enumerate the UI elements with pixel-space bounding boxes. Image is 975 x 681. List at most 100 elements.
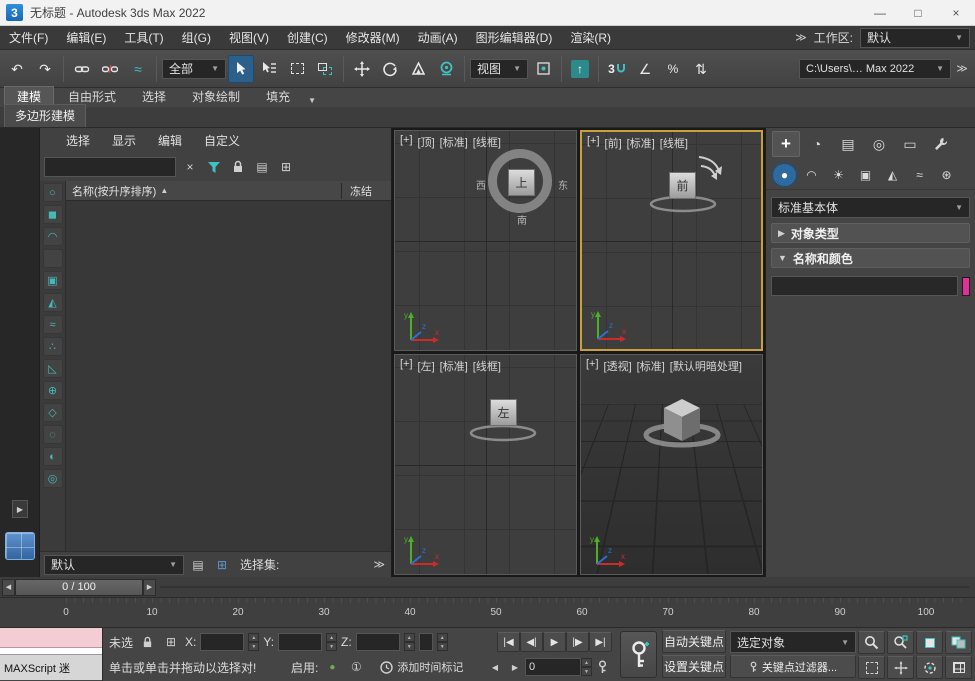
key-filters-button[interactable]: 关键点过滤器... — [730, 655, 856, 678]
frame-spinner[interactable]: ▲▼ — [581, 658, 592, 676]
menu-graph-editors[interactable]: 图形编辑器(D) — [467, 29, 562, 46]
angle-snap-toggle-button[interactable]: ∠ — [632, 55, 658, 83]
viewport-menu-button[interactable]: [+] — [400, 358, 413, 374]
explorer-menu-select[interactable]: 选择 — [56, 132, 100, 149]
viewport-menu-button[interactable]: [+] — [587, 135, 600, 151]
track-bar[interactable]: 0 10 20 30 40 50 60 70 80 90 100 — [0, 598, 975, 628]
clear-search-button[interactable]: × — [180, 157, 200, 177]
window-crossing-toggle-button[interactable] — [312, 55, 338, 83]
time-slider-track[interactable] — [160, 586, 969, 588]
viewport-style-button[interactable]: [标准] — [440, 134, 468, 150]
auto-key-button[interactable]: 自动关键点 — [662, 630, 726, 653]
viewcube[interactable]: 上 西 东 南 — [484, 145, 560, 221]
viewport-menu-button[interactable]: [+] — [400, 134, 413, 150]
minimize-button[interactable]: — — [861, 0, 899, 26]
set-key-small-button[interactable] — [592, 657, 612, 677]
menu-group[interactable]: 组(G) — [173, 29, 220, 46]
systems-category-button[interactable]: ⊛ — [934, 163, 959, 187]
zoom-button[interactable] — [858, 631, 885, 654]
redo-button[interactable]: ↷ — [32, 55, 58, 83]
close-button[interactable]: × — [937, 0, 975, 26]
select-and-move-button[interactable] — [349, 55, 375, 83]
set-keys-button[interactable] — [620, 631, 657, 678]
menu-create[interactable]: 创建(C) — [278, 29, 337, 46]
compass-east[interactable]: 东 — [558, 177, 568, 192]
viewcube-face[interactable]: 上 — [508, 169, 535, 196]
viewport-top[interactable]: [+] [顶] [标准] [线框] 上 西 东 南 y x z — [394, 130, 577, 351]
viewport-style-button[interactable]: [标准] — [637, 358, 665, 374]
z-coordinate-input[interactable] — [356, 633, 400, 651]
selection-filter-dropdown[interactable]: 全部 ▼ — [162, 59, 226, 79]
pan-view-button[interactable] — [887, 656, 914, 679]
modify-tab[interactable]: ◔ — [803, 131, 831, 157]
explorer-hierarchy-mode-button[interactable]: ▤ — [252, 157, 272, 177]
layers-button[interactable]: ▤ — [188, 555, 208, 575]
info-indicator-button[interactable]: ① — [346, 657, 366, 677]
orbit-button[interactable] — [916, 656, 943, 679]
hierarchy-tab[interactable]: ▤ — [834, 131, 862, 157]
ribbon-panel-polygon-modeling[interactable]: 多边形建模 — [4, 104, 86, 127]
toolbar-overflow-button[interactable]: ≫ — [953, 55, 971, 83]
panel-expand-arrow-button[interactable]: ▶ — [12, 500, 28, 518]
rectangular-selection-region-button[interactable] — [284, 55, 310, 83]
bind-to-space-warp-button[interactable]: ≈ — [125, 55, 151, 83]
menu-rendering[interactable]: 渲染(R) — [561, 29, 620, 46]
menu-tools[interactable]: 工具(T) — [115, 29, 172, 46]
maximize-viewport-toggle-button[interactable] — [945, 656, 972, 679]
viewport-name-button[interactable]: [左] — [418, 358, 435, 374]
viewport-name-button[interactable]: [透视] — [604, 358, 632, 374]
select-and-link-button[interactable] — [69, 55, 95, 83]
viewport-layout-tabs-button[interactable] — [5, 532, 35, 560]
geometry-category-button[interactable]: ● — [772, 163, 797, 187]
search-filter-button[interactable] — [204, 157, 224, 177]
compass-west[interactable]: 西 — [476, 177, 486, 192]
spacewarps-category-button[interactable]: ≈ — [907, 163, 932, 187]
object-color-swatch[interactable] — [962, 277, 970, 296]
explorer-layer-mode-button[interactable]: ⊞ — [276, 157, 296, 177]
zoom-all-button[interactable] — [887, 631, 914, 654]
unlink-selection-button[interactable] — [97, 55, 123, 83]
ribbon-tab-object-paint[interactable]: 对象绘制 — [180, 87, 252, 107]
create-tab[interactable]: + — [772, 131, 800, 157]
grid-spacing-input[interactable] — [419, 633, 433, 651]
lock-explorer-button[interactable] — [228, 157, 248, 177]
percent-snap-toggle-button[interactable]: % — [660, 55, 686, 83]
viewport-style-button[interactable]: [标准] — [627, 135, 655, 151]
explorer-menu-edit[interactable]: 编辑 — [148, 132, 192, 149]
viewport-name-button[interactable]: [前] — [605, 135, 622, 151]
display-containers-button[interactable]: ◎ — [43, 469, 63, 488]
select-and-scale-button[interactable] — [405, 55, 431, 83]
object-type-rollout[interactable]: ▶ 对象类型 — [771, 223, 970, 243]
project-folder-dropdown[interactable]: C:\Users\… Max 2022 ▼ — [799, 59, 951, 79]
ribbon-tab-populate[interactable]: 填充 — [254, 87, 302, 107]
use-pivot-point-center-button[interactable] — [530, 55, 556, 83]
explorer-rows-area[interactable] — [66, 201, 391, 551]
spinner-snap-toggle-button[interactable]: ⇅ — [688, 55, 714, 83]
workspace-dropdown[interactable]: 默认 ▼ — [860, 28, 970, 48]
viewport-menu-button[interactable]: [+] — [586, 358, 599, 374]
display-materials-button[interactable]: ◐ — [43, 447, 63, 466]
green-dot-indicator-button[interactable]: ● — [322, 657, 342, 677]
viewcube[interactable] — [640, 391, 732, 461]
select-object-button[interactable] — [228, 55, 254, 83]
listener-line[interactable] — [0, 648, 102, 655]
maximize-button[interactable]: □ — [899, 0, 937, 26]
display-tab[interactable]: ▭ — [896, 131, 924, 157]
viewcube[interactable]: 前 — [645, 150, 735, 216]
display-particles-button[interactable]: ∴ — [43, 337, 63, 356]
zoom-extents-all-button[interactable] — [945, 631, 972, 654]
display-cameras-button[interactable]: ▣ — [43, 271, 63, 290]
explorer-column-header[interactable]: 名称(按升序排序) ▲ 冻结 — [66, 181, 391, 201]
freeze-column-header[interactable]: 冻结 — [341, 183, 385, 199]
x-coordinate-input[interactable] — [200, 633, 244, 651]
helpers-category-button[interactable]: ◭ — [880, 163, 905, 187]
display-bones-button[interactable]: ◺ — [43, 359, 63, 378]
select-by-name-button[interactable] — [256, 55, 282, 83]
viewcube-face[interactable]: 前 — [669, 172, 696, 199]
viewport-style-button[interactable]: [标准] — [440, 358, 468, 374]
zoom-region-button[interactable] — [858, 656, 885, 679]
explorer-menu-display[interactable]: 显示 — [102, 132, 146, 149]
select-and-place-button[interactable] — [433, 55, 459, 83]
compass-south[interactable]: 南 — [517, 212, 527, 227]
viewport-shading-button[interactable]: [默认明暗处理] — [670, 358, 742, 374]
